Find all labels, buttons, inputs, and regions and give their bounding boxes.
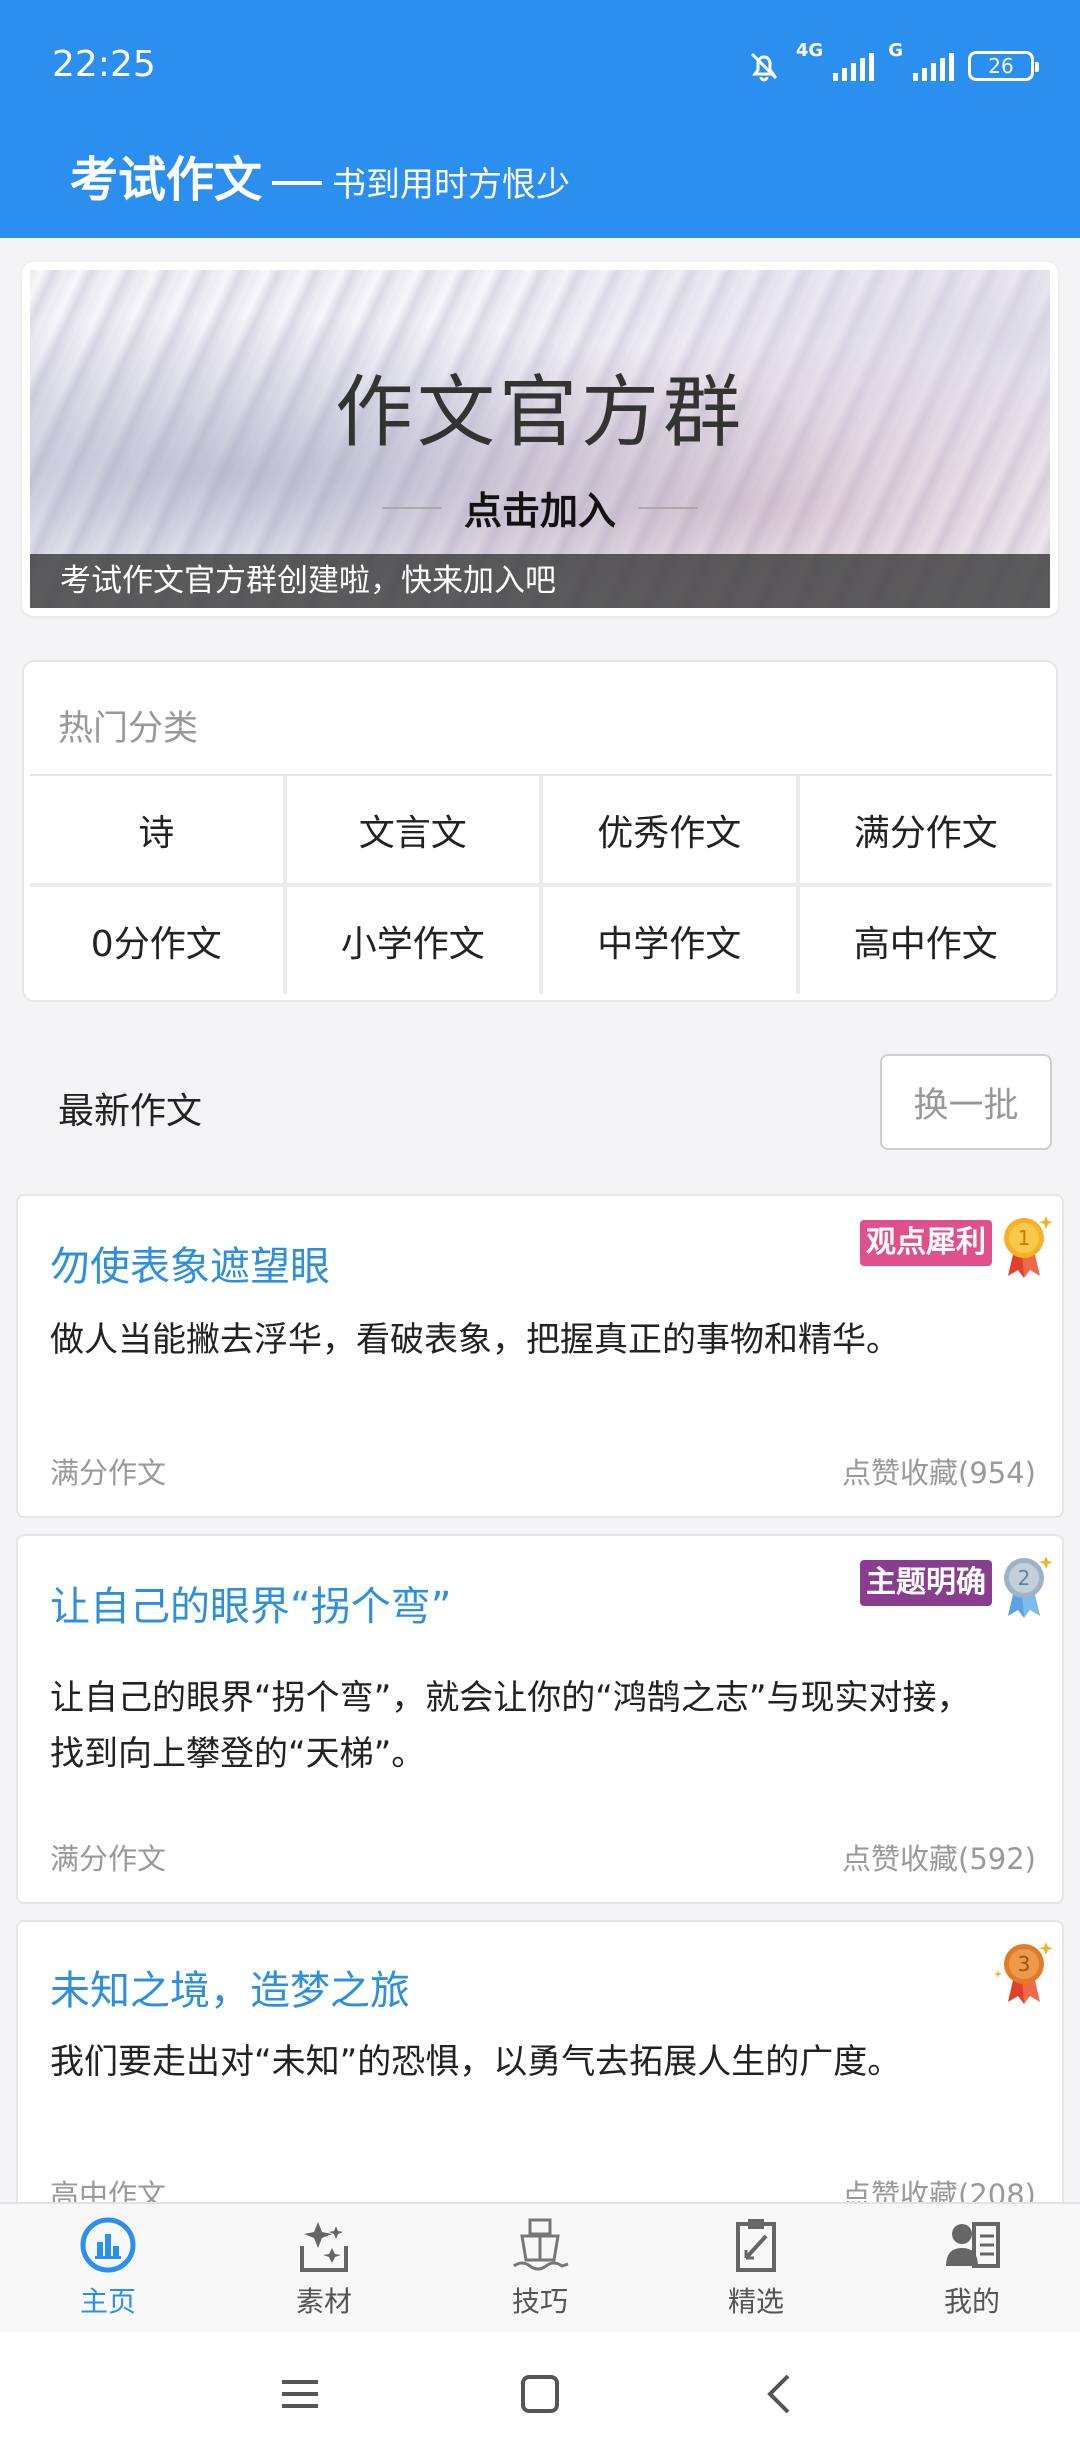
nav-label: 技巧 bbox=[511, 2285, 568, 2318]
article-badge: 主题明确 bbox=[860, 1560, 992, 1606]
title-dash bbox=[272, 181, 323, 185]
battery-icon: 26 bbox=[968, 51, 1039, 81]
article-title[interactable]: 让自己的眼界“拐个弯” bbox=[50, 1574, 451, 1632]
nav-label: 主页 bbox=[79, 2285, 136, 2318]
banner-caption: 考试作文官方群创建啦，快来加入吧 bbox=[30, 554, 1050, 608]
signal-bars-icon bbox=[833, 51, 875, 81]
article-category: 满分作文 bbox=[50, 1842, 167, 1876]
refresh-button[interactable]: 换一批 bbox=[880, 1054, 1052, 1150]
nav-label: 素材 bbox=[295, 2285, 352, 2318]
article-category: 满分作文 bbox=[50, 1456, 167, 1490]
section-title: 热门分类 bbox=[58, 709, 199, 749]
bronze-medal-icon: 3 bbox=[994, 1942, 1053, 2004]
nav-label: 精选 bbox=[727, 2285, 784, 2318]
mute-bell-icon bbox=[750, 52, 777, 82]
article-summary: 让自己的眼界“拐个弯”，就会让你的“鸿鹄之志”与现实对接，找到向上攀登的“天梯”… bbox=[50, 1678, 971, 1774]
network-type-2: G bbox=[888, 40, 903, 61]
article-card[interactable]: 未知之境，造梦之旅 3 我们要走出对“未知”的恐惧，以勇气去拓展人生的广度。 高… bbox=[16, 1920, 1064, 2250]
article-badge: 观点犀利 bbox=[860, 1220, 992, 1266]
category-grid: 诗 文言文 优秀作文 满分作文 0分作文 小学作文 中学作文 高中作文 bbox=[30, 774, 1052, 994]
article-title[interactable]: 未知之境，造梦之旅 bbox=[50, 1958, 410, 2016]
section-title: 最新作文 bbox=[58, 1091, 203, 1132]
nav-item-home[interactable]: 主页 bbox=[0, 2204, 216, 2332]
back-icon[interactable] bbox=[758, 2372, 802, 2416]
article-summary: 我们要走出对“未知”的恐惧，以勇气去拓展人生的广度。 bbox=[50, 2042, 902, 2082]
app-name: 考试作文 bbox=[70, 152, 263, 208]
nav-item-featured[interactable]: 精选 bbox=[648, 2204, 864, 2332]
category-item[interactable]: 0分作文 bbox=[30, 887, 283, 994]
svg-text:1: 1 bbox=[1018, 1226, 1031, 1250]
category-item[interactable]: 小学作文 bbox=[286, 887, 539, 994]
svg-text:2: 2 bbox=[1018, 1566, 1031, 1590]
category-item[interactable]: 满分作文 bbox=[799, 776, 1052, 883]
divider-line bbox=[381, 506, 442, 509]
article-title[interactable]: 勿使表象遮望眼 bbox=[50, 1234, 330, 1292]
status-icons: 4G G 26 bbox=[746, 40, 1039, 90]
category-item[interactable]: 优秀作文 bbox=[543, 776, 796, 883]
svg-text:3: 3 bbox=[1018, 1952, 1031, 1976]
home-square-icon[interactable] bbox=[518, 2372, 562, 2416]
banner-image[interactable]: 作文官方群 点击加入 考试作文官方群创建啦，快来加入吧 bbox=[30, 270, 1050, 608]
profile-card-icon bbox=[946, 2222, 1000, 2268]
home-chart-icon bbox=[80, 2217, 136, 2273]
banner-card[interactable]: 作文官方群 点击加入 考试作文官方群创建啦，快来加入吧 bbox=[22, 262, 1058, 616]
network-type-1: 4G bbox=[795, 40, 824, 61]
article-stats: 点赞收藏(592) bbox=[842, 1842, 1036, 1876]
article-summary: 做人当能撇去浮华，看破表象，把握真正的事物和精华。 bbox=[50, 1320, 900, 1360]
clipboard-check-icon bbox=[736, 2219, 776, 2272]
category-item[interactable]: 高中作文 bbox=[799, 887, 1052, 994]
banner-join-row[interactable]: 点击加入 bbox=[30, 480, 1050, 535]
banner-title: 作文官方群 bbox=[334, 368, 745, 458]
nav-label: 我的 bbox=[943, 2285, 1000, 2318]
nav-item-mine[interactable]: 我的 bbox=[864, 2204, 1080, 2332]
article-card[interactable]: 勿使表象遮望眼 观点犀利 1 做人当能撇去浮华，看破表象，把握真正的事物和精华。… bbox=[16, 1194, 1064, 1518]
nav-item-skills[interactable]: 技巧 bbox=[432, 2204, 648, 2332]
category-item[interactable]: 中学作文 bbox=[543, 887, 796, 994]
ship-icon bbox=[513, 2218, 569, 2271]
system-nav-bar bbox=[0, 2332, 1080, 2460]
page-title: 考试作文 书到用时方恨少 bbox=[70, 140, 570, 210]
app-slogan: 书到用时方恨少 bbox=[332, 165, 571, 205]
article-card[interactable]: 让自己的眼界“拐个弯” 主题明确 2 让自己的眼界“拐个弯”，就会让你的“鸿鹄之… bbox=[16, 1534, 1064, 1904]
divider-line bbox=[638, 506, 698, 509]
signal-bars-icon bbox=[913, 51, 954, 81]
gold-medal-icon: 1 bbox=[1004, 1216, 1053, 1278]
sparkle-box-icon bbox=[300, 2222, 348, 2272]
category-item[interactable]: 诗 bbox=[30, 776, 283, 883]
status-time: 22:25 bbox=[52, 44, 156, 85]
category-item[interactable]: 文言文 bbox=[286, 776, 539, 883]
join-group-link[interactable]: 点击加入 bbox=[464, 480, 616, 535]
silver-medal-icon: 2 bbox=[1004, 1556, 1053, 1618]
menu-icon[interactable] bbox=[278, 2372, 322, 2416]
article-stats: 点赞收藏(954) bbox=[842, 1456, 1036, 1490]
bottom-nav: 主页 素材 技巧 精选 我的 bbox=[0, 2202, 1080, 2332]
hot-categories-card: 热门分类 诗 文言文 优秀作文 满分作文 0分作文 小学作文 中学作文 高中作文 bbox=[22, 660, 1058, 1002]
nav-item-materials[interactable]: 素材 bbox=[216, 2204, 432, 2332]
